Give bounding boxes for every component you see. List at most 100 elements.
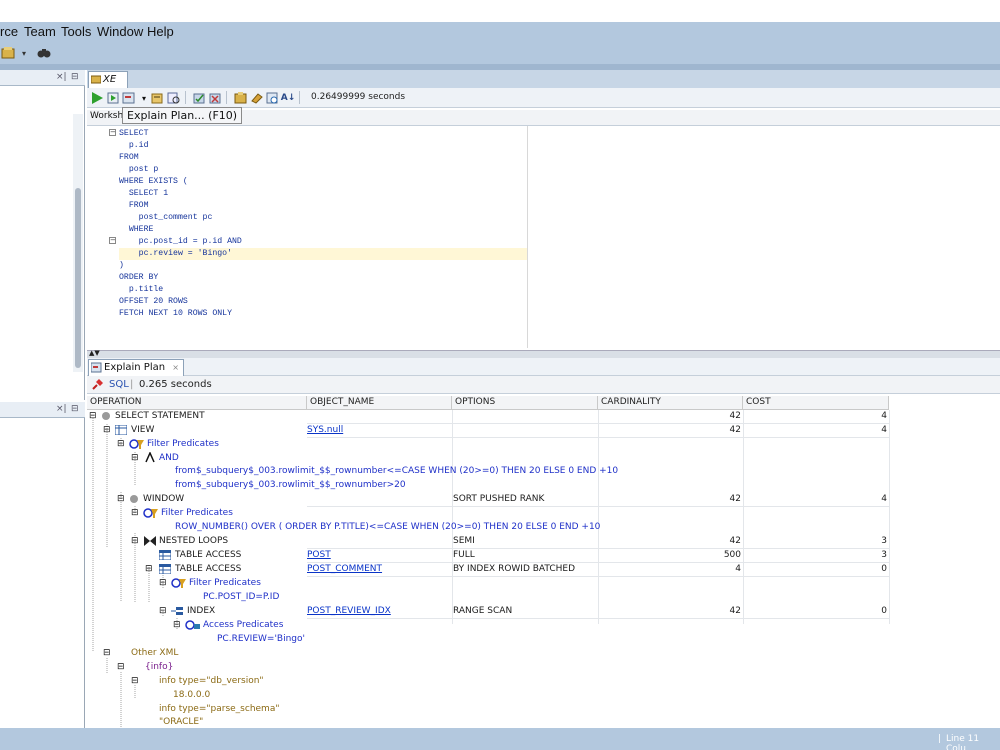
- plan-row[interactable]: ⊟ VIEW SYS.null 42 4: [87, 424, 889, 437]
- plan-row[interactable]: ⊟ Filter Predicates: [87, 507, 889, 520]
- collapse-toggle-icon[interactable]: ⊟: [131, 536, 139, 547]
- operation-text: NESTED LOOPS: [159, 536, 229, 546]
- plan-row[interactable]: ROW_NUMBER() OVER ( ORDER BY P.TITLE)<=C…: [87, 521, 889, 534]
- plan-row[interactable]: PC.POST_ID=P.ID: [87, 591, 889, 604]
- plan-row[interactable]: from$_subquery$_003.rowlimit_$$_rownumbe…: [87, 465, 889, 478]
- cost-value: 3: [881, 536, 887, 546]
- menu-window[interactable]: Window: [97, 24, 143, 39]
- plan-row[interactable]: PC.REVIEW='Bingo': [87, 633, 889, 646]
- splitter-arrows-icon[interactable]: ▲▼: [89, 349, 100, 357]
- collapse-toggle-icon[interactable]: ⊟: [117, 494, 125, 505]
- plan-row[interactable]: from$_subquery$_003.rowlimit_$$_rownumbe…: [87, 479, 889, 492]
- plan-row[interactable]: ⊟ INDEX POST_REVIEW_IDX RANGE SCAN 42 0: [87, 605, 889, 618]
- panel-splitter[interactable]: ▲▼: [87, 349, 1000, 358]
- xml-node-text: Other XML: [131, 648, 179, 658]
- xml-row[interactable]: info type="parse_schema": [87, 703, 889, 716]
- collapse-toggle-icon[interactable]: ⊟: [159, 578, 167, 589]
- plan-row[interactable]: ⊟ Access Predicates: [87, 619, 889, 632]
- rollback-icon[interactable]: [207, 90, 223, 106]
- explain-tab-strip: Explain Plan ×: [87, 358, 1000, 376]
- cardinality-value: 500: [723, 550, 741, 560]
- restore-icon[interactable]: ⊟: [71, 404, 79, 414]
- tab-xe[interactable]: XE ×: [88, 71, 128, 95]
- dropdown-arrow-icon[interactable]: ▾: [16, 45, 32, 61]
- xml-row[interactable]: ⊟ Other XML: [87, 647, 889, 660]
- format-icon[interactable]: A↓: [280, 90, 296, 106]
- collapse-toggle-icon[interactable]: ⊟: [159, 606, 167, 617]
- fold-toggle-icon[interactable]: −: [109, 129, 116, 136]
- binoculars-icon[interactable]: [36, 45, 52, 61]
- execution-time: 0.26499999 seconds: [311, 92, 406, 102]
- object-name-link[interactable]: POST_REVIEW_IDX: [307, 605, 391, 618]
- object-name-link[interactable]: POST: [307, 549, 331, 562]
- collapse-toggle-icon[interactable]: ⊟: [103, 648, 111, 659]
- sql-link[interactable]: SQL: [109, 379, 129, 390]
- explain-plan-icon[interactable]: [121, 90, 137, 106]
- col-options[interactable]: OPTIONS: [452, 396, 598, 410]
- panel-header: ×| ⊟: [0, 402, 85, 418]
- sql-worksheet: XE × ▾: [87, 70, 1000, 350]
- main-toolbar: ▾: [0, 42, 1000, 64]
- commit-icon[interactable]: [191, 90, 207, 106]
- plan-row[interactable]: ⊟ NESTED LOOPS SEMI 42 3: [87, 535, 889, 548]
- scrollbar-thumb[interactable]: [75, 188, 81, 368]
- operation-text: Access Predicates: [203, 620, 284, 630]
- xml-row[interactable]: ⊟ info type="db_version": [87, 675, 889, 688]
- code-line: ): [119, 261, 124, 270]
- col-operation[interactable]: OPERATION: [87, 396, 307, 410]
- collapse-toggle-icon[interactable]: ⊟: [89, 411, 97, 422]
- collapse-toggle-icon[interactable]: ⊟: [103, 425, 111, 436]
- plan-row[interactable]: ⊟ TABLE ACCESS POST_COMMENT BY INDEX ROW…: [87, 563, 889, 576]
- autotrace-icon[interactable]: [149, 90, 165, 106]
- view-table-icon: [114, 424, 128, 439]
- object-name-link[interactable]: POST_COMMENT: [307, 563, 382, 576]
- collapse-toggle-icon[interactable]: ⊟: [117, 439, 125, 450]
- col-object-name[interactable]: OBJECT_NAME: [307, 396, 452, 410]
- code-line: post_comment pc: [119, 213, 213, 222]
- close-tab-icon[interactable]: ×: [172, 363, 179, 372]
- collapse-toggle-icon[interactable]: ⊟: [173, 620, 181, 631]
- fold-toggle-icon[interactable]: −: [109, 237, 116, 244]
- plan-row[interactable]: ⊟ Filter Predicates: [87, 438, 889, 451]
- eraser-icon[interactable]: [248, 90, 264, 106]
- pin-icon[interactable]: [91, 378, 104, 394]
- connection-icon[interactable]: [0, 45, 16, 61]
- sql-tuning-icon[interactable]: [165, 90, 181, 106]
- xml-row[interactable]: 18.0.0.0: [87, 689, 889, 702]
- run-script-icon[interactable]: [105, 90, 121, 106]
- menu-source[interactable]: rce: [0, 24, 18, 39]
- minimize-icon[interactable]: ×|: [56, 404, 67, 414]
- minimize-icon[interactable]: ×|: [56, 72, 67, 82]
- menu-team[interactable]: Team: [24, 24, 56, 39]
- collapse-toggle-icon[interactable]: ⊟: [131, 508, 139, 519]
- unshared-sql-icon[interactable]: [232, 90, 248, 106]
- plan-row[interactable]: TABLE ACCESS POST FULL 500 3: [87, 549, 889, 562]
- collapse-toggle-icon[interactable]: ⊟: [117, 662, 125, 673]
- restore-icon[interactable]: ⊟: [71, 72, 79, 82]
- code-line: FROM: [119, 153, 139, 162]
- xml-row[interactable]: ⊟ {info}: [87, 661, 889, 674]
- collapse-toggle-icon[interactable]: ⊟: [145, 564, 153, 575]
- collapse-toggle-icon[interactable]: ⊟: [131, 676, 139, 687]
- operation-text: PC.REVIEW='Bingo': [217, 634, 305, 644]
- plan-row[interactable]: ⊟ Filter Predicates: [87, 577, 889, 590]
- menu-tools[interactable]: Tools: [61, 24, 91, 39]
- nested-loops-icon: [144, 536, 156, 550]
- col-cardinality[interactable]: CARDINALITY: [598, 396, 743, 410]
- tab-explain-plan[interactable]: Explain Plan ×: [88, 359, 184, 376]
- tab-worksheet[interactable]: Worksh: [90, 111, 123, 121]
- col-cost[interactable]: COST: [743, 396, 889, 410]
- run-statement-icon[interactable]: [89, 90, 105, 106]
- collapse-toggle-icon[interactable]: ⊟: [131, 453, 139, 464]
- object-name-link[interactable]: SYS.null: [307, 424, 343, 437]
- code-line: FETCH NEXT 10 ROWS ONLY: [119, 309, 233, 318]
- sql-code-editor[interactable]: − − SELECT p.id FROM post p WHERE EXISTS…: [87, 126, 1000, 348]
- plan-row[interactable]: ⊟ SELECT STATEMENT 42 4: [87, 410, 889, 423]
- menu-help[interactable]: Help: [147, 24, 174, 39]
- plan-row[interactable]: ⊟ WINDOW SORT PUSHED RANK 42 4: [87, 493, 889, 506]
- code-line: SELECT: [119, 129, 149, 138]
- sql-history-icon[interactable]: [264, 90, 280, 106]
- plan-row[interactable]: ⊟ AND: [87, 451, 889, 465]
- options-text: FULL: [453, 550, 475, 560]
- code-line: WHERE EXISTS (: [119, 177, 188, 186]
